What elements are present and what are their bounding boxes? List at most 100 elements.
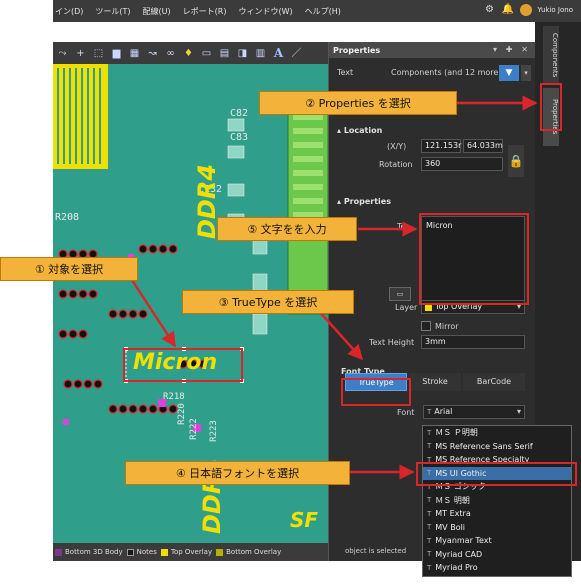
polygon-icon[interactable]: ▭ [199, 46, 214, 61]
chevron-down-icon: ▾ [516, 407, 521, 416]
font-name: MT Extra [435, 509, 471, 519]
filter-dropdown-icon[interactable]: ▾ [521, 65, 531, 81]
layer-tab-bottom-overlay[interactable]: Bottom Overlay [216, 548, 281, 556]
font-name: ＭＳ Ｐ明朝 [435, 428, 478, 438]
dimension-icon[interactable]: ▥ [253, 46, 268, 61]
menu-window[interactable]: ウィンドウ(W) [238, 6, 292, 17]
user-name[interactable]: Yukio Jono [538, 6, 573, 14]
properties-header: Properties ▾ ✚ ✕ [329, 42, 535, 58]
layer-tab-bottom-3d-body[interactable]: Bottom 3D Body [55, 548, 123, 556]
bell-icon[interactable]: 🔔 [502, 4, 514, 16]
font-label: Font [397, 407, 415, 417]
avatar[interactable] [519, 4, 532, 16]
designator-c82: C82 [230, 108, 249, 119]
truetype-icon: T [427, 509, 432, 518]
designator-r220: R220 [176, 403, 187, 425]
line-tool-icon[interactable]: ／ [289, 46, 304, 61]
font-name: Myriad Pro [435, 563, 478, 573]
truetype-icon: T [427, 442, 432, 451]
text-tool-icon[interactable]: A [271, 46, 286, 61]
interactive-route-icon[interactable]: ↝ [145, 46, 160, 61]
callout-select-truetype: ③ TrueType を選択 [182, 290, 354, 314]
callout-select-object: ① 対象を選択 [0, 257, 138, 281]
font-list-item[interactable]: T MS Reference Sans Serif [423, 440, 571, 454]
barcode-button[interactable]: BarCode [463, 373, 525, 391]
y-field[interactable]: 64.033m [463, 139, 503, 153]
stroke-button[interactable]: Stroke [409, 373, 461, 391]
truetype-icon: T [427, 428, 432, 437]
font-list-item[interactable]: T ＭＳ Ｐ明朝 [423, 426, 571, 440]
tab-components[interactable]: Components [543, 26, 559, 84]
menu-design[interactable]: イン(D) [55, 6, 83, 17]
panel-controls[interactable]: ▾ ✚ ✕ [493, 45, 531, 54]
font-list-item[interactable]: T ＭＳ 明朝 [423, 494, 571, 508]
highlight-properties-tab [540, 83, 562, 131]
layer-tabs: Bottom 3D Body Notes Top Overlay Bottom … [53, 543, 328, 561]
properties-title: Properties [333, 45, 381, 55]
font-name: Myriad CAD [435, 549, 483, 559]
font-select[interactable]: T Arial ▾ [423, 405, 525, 419]
special-strings-icon[interactable]: ▭ [389, 287, 411, 301]
component-icon[interactable]: ▦ [127, 46, 142, 61]
menu-help[interactable]: ヘルプ(H) [305, 6, 341, 17]
layer-tab-notes[interactable]: Notes [126, 548, 157, 556]
mirror-checkbox[interactable] [421, 321, 431, 331]
selection-status: object is selected [345, 547, 407, 555]
rotation-label: Rotation [379, 159, 413, 169]
truetype-icon: T [427, 563, 432, 572]
gear-icon[interactable]: ⚙ [484, 4, 496, 16]
menu-route[interactable]: 配線(U) [143, 6, 171, 17]
highlight-truetype-button [341, 378, 411, 406]
highlight-text-field [419, 213, 529, 305]
bar-chart-icon[interactable]: ▆ [109, 46, 124, 61]
layer-tab-top-overlay[interactable]: Top Overlay [160, 548, 212, 556]
route-icon[interactable]: ⤳ [55, 46, 70, 61]
region-icon[interactable]: ◨ [235, 46, 250, 61]
layer-swatch [160, 548, 168, 556]
x-field[interactable]: 121.153r [421, 139, 461, 153]
pin-icon[interactable]: ♦ [181, 46, 196, 61]
truetype-icon: T [427, 523, 432, 532]
font-list-item[interactable]: T Myriad CAD [423, 548, 571, 562]
callout-enter-text: ⑤ 文字をを入力 [217, 217, 357, 241]
menu-tools[interactable]: ツール(T) [95, 6, 130, 17]
font-list-item[interactable]: T Myanmar Text [423, 534, 571, 548]
font-list-item[interactable]: T MT Extra [423, 507, 571, 521]
object-type-label: Text [337, 68, 354, 77]
add-icon[interactable]: + [73, 46, 88, 61]
designator-r223: R223 [208, 420, 219, 442]
font-list-item[interactable]: T Myriad Pro [423, 561, 571, 575]
layer-label: Layer [395, 302, 418, 312]
filter-summary: Components (and 12 more) [391, 68, 502, 77]
layer-swatch [126, 548, 134, 556]
rotation-field[interactable]: 360 [421, 157, 503, 171]
font-list-item[interactable]: T MV Boli [423, 521, 571, 535]
text-height-label: Text Height [369, 337, 415, 347]
lock-icon[interactable]: 🔒 [508, 145, 524, 177]
menu-reports[interactable]: レポート(R) [183, 6, 227, 17]
text-height-field[interactable]: 3mm [421, 335, 525, 349]
canvas-toolbar: ⤳ + ⬚ ▆ ▦ ↝ ∞ ♦ ▭ ▤ ◨ ▥ A ／ [53, 42, 328, 64]
filter-icon[interactable]: ▼ [499, 65, 519, 81]
xy-label: (X/Y) [387, 141, 407, 151]
font-name: Myanmar Text [435, 536, 492, 546]
font-dropdown-list: T ＭＳ Ｐ明朝 T MS Reference Sans Serif T MS Refer… [422, 425, 572, 577]
truetype-icon: T [427, 550, 432, 559]
text-label: Te [397, 222, 406, 231]
diff-pair-icon[interactable]: ∞ [163, 46, 178, 61]
highlight-japanese-font [416, 462, 577, 486]
font-name: ＭＳ 明朝 [435, 495, 470, 505]
menu-bar: イン(D) ツール(T) 配線(U) レポート(R) ウィンドウ(W) ヘルプ(… [53, 0, 581, 22]
callout-select-japanese-font: ④ 日本語フォントを選択 [125, 461, 350, 485]
properties-section[interactable]: ▴ Properties [337, 197, 391, 206]
designator-r218: R218 [163, 392, 185, 402]
location-section[interactable]: ▴ Location [337, 126, 382, 135]
select-rect-icon[interactable]: ⬚ [91, 46, 106, 61]
font-name: MS Reference Sans Serif [435, 441, 533, 451]
layer-swatch [216, 548, 224, 556]
font-name: MV Boli [435, 522, 466, 532]
silk-sf: SF [290, 508, 319, 532]
designator-c83: C83 [230, 132, 249, 143]
truetype-icon: T [427, 536, 432, 545]
fill-icon[interactable]: ▤ [217, 46, 232, 61]
